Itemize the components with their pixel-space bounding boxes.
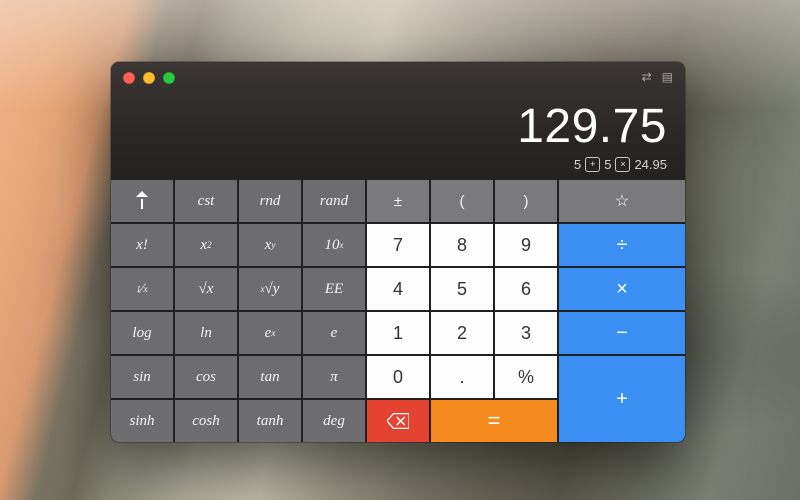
label: x <box>143 284 147 295</box>
digit-3-button[interactable]: 3 <box>495 312 557 354</box>
swap-icon[interactable]: ⇄ <box>642 70 652 84</box>
digit-9-button[interactable]: 9 <box>495 224 557 266</box>
label: 1 <box>136 284 141 294</box>
tape-operand: 24.95 <box>634 157 667 172</box>
percent-button[interactable]: % <box>495 356 557 398</box>
square-button[interactable]: x2 <box>175 224 237 266</box>
cst-button[interactable]: cst <box>175 180 237 222</box>
sinh-button[interactable]: sinh <box>111 400 173 442</box>
subtract-button[interactable]: − <box>559 312 685 354</box>
star-icon: ☆ <box>615 191 629 211</box>
tan-button[interactable]: tan <box>239 356 301 398</box>
multiply-button[interactable]: × <box>559 268 685 310</box>
digit-1-button[interactable]: 1 <box>367 312 429 354</box>
e-button[interactable]: e <box>303 312 365 354</box>
label: √y <box>265 281 280 298</box>
log-button[interactable]: log <box>111 312 173 354</box>
rnd-button[interactable]: rnd <box>239 180 301 222</box>
shift-button[interactable] <box>111 180 173 222</box>
digit-8-button[interactable]: 8 <box>431 224 493 266</box>
cos-button[interactable]: cos <box>175 356 237 398</box>
cosh-button[interactable]: cosh <box>175 400 237 442</box>
arrow-up-icon <box>136 194 148 209</box>
factorial-button[interactable]: x! <box>111 224 173 266</box>
rand-button[interactable]: rand <box>303 180 365 222</box>
display: 129.75 5 + 5 × 24.95 <box>517 103 667 172</box>
right-paren-button[interactable]: ) <box>495 180 557 222</box>
window-controls <box>123 72 175 84</box>
label: x <box>271 328 275 338</box>
label: y <box>271 240 275 250</box>
display-result: 129.75 <box>517 103 667 151</box>
tape-operand: 5 <box>604 157 611 172</box>
history-icon[interactable]: ▤ <box>662 70 673 84</box>
backspace-icon <box>387 413 409 429</box>
sin-button[interactable]: sin <box>111 356 173 398</box>
ee-button[interactable]: EE <box>303 268 365 310</box>
tanh-button[interactable]: tanh <box>239 400 301 442</box>
label: 10 <box>325 237 340 254</box>
favorite-button[interactable]: ☆ <box>559 180 685 222</box>
reciprocal-button[interactable]: 1⁄x <box>111 268 173 310</box>
tape-op-plus: + <box>585 157 600 172</box>
ln-button[interactable]: ln <box>175 312 237 354</box>
digit-2-button[interactable]: 2 <box>431 312 493 354</box>
backspace-button[interactable] <box>367 400 429 442</box>
label: x <box>200 237 207 254</box>
sqrt-button[interactable]: √x <box>175 268 237 310</box>
keypad: cst rnd rand ± ( ) ☆ x! x2 xy 10x 7 8 9 … <box>111 180 685 442</box>
digit-0-button[interactable]: 0 <box>367 356 429 398</box>
calculator-window: ⇄ ▤ 129.75 5 + 5 × 24.95 cst rnd rand ± … <box>111 62 685 442</box>
label: 2 <box>207 240 212 250</box>
power-button[interactable]: xy <box>239 224 301 266</box>
display-tape: 5 + 5 × 24.95 <box>517 157 667 172</box>
tape-operand: 5 <box>574 157 581 172</box>
titlebar: ⇄ ▤ 129.75 5 + 5 × 24.95 <box>111 62 685 180</box>
digit-4-button[interactable]: 4 <box>367 268 429 310</box>
add-button[interactable]: + <box>559 356 685 442</box>
digit-5-button[interactable]: 5 <box>431 268 493 310</box>
deg-button[interactable]: deg <box>303 400 365 442</box>
left-paren-button[interactable]: ( <box>431 180 493 222</box>
digit-7-button[interactable]: 7 <box>367 224 429 266</box>
titlebar-tools: ⇄ ▤ <box>642 70 673 84</box>
equals-button[interactable]: = <box>431 400 557 442</box>
close-icon[interactable] <box>123 72 135 84</box>
digit-6-button[interactable]: 6 <box>495 268 557 310</box>
ten-power-button[interactable]: 10x <box>303 224 365 266</box>
decimal-button[interactable]: . <box>431 356 493 398</box>
e-power-button[interactable]: ex <box>239 312 301 354</box>
pi-button[interactable]: π <box>303 356 365 398</box>
minimize-icon[interactable] <box>143 72 155 84</box>
zoom-icon[interactable] <box>163 72 175 84</box>
label: x <box>340 240 344 250</box>
nth-root-button[interactable]: x√y <box>239 268 301 310</box>
divide-button[interactable]: ÷ <box>559 224 685 266</box>
plus-minus-button[interactable]: ± <box>367 180 429 222</box>
tape-op-times: × <box>615 157 630 172</box>
